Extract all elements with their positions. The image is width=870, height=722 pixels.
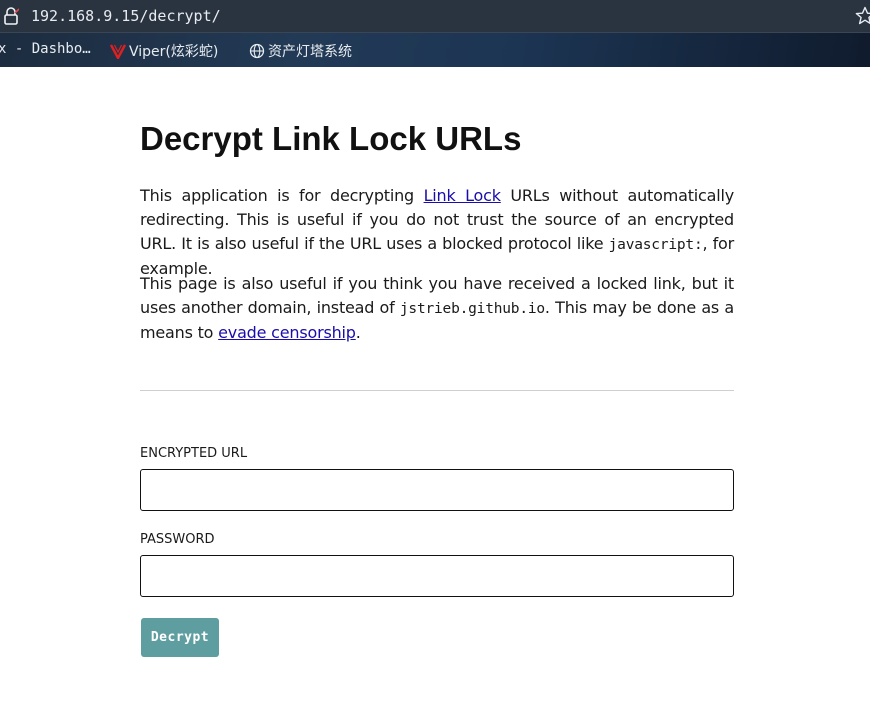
link-lock-link[interactable]: Link Lock	[424, 186, 501, 205]
url-text[interactable]: 192.168.9.15/decrypt/	[31, 7, 221, 25]
globe-icon	[249, 43, 265, 59]
bookmark-asset-lighthouse[interactable]: 资产灯塔系统	[249, 41, 352, 61]
protocol-code: javascript:	[608, 237, 703, 253]
bookmarks-bar: x - Dashbo… Viper(炫彩蛇) 资产灯塔系统	[0, 33, 870, 67]
domain-paragraph: This page is also useful if you think yo…	[140, 272, 734, 345]
password-label: PASSWORD	[140, 532, 215, 547]
address-bar[interactable]: 192.168.9.15/decrypt/	[0, 0, 870, 33]
bookmark-viper[interactable]: Viper(炫彩蛇)	[110, 41, 218, 61]
encrypted-url-label: ENCRYPTED URL	[140, 446, 248, 461]
domain-text-3: .	[355, 323, 361, 342]
bookmark-dashboard[interactable]: x - Dashbo…	[0, 41, 91, 57]
password-input[interactable]	[140, 555, 734, 597]
evade-censorship-link[interactable]: evade censorship	[218, 323, 356, 342]
encrypted-url-input[interactable]	[140, 469, 734, 511]
domain-code: jstrieb.github.io	[399, 301, 545, 317]
bookmark-label: x - Dashbo…	[0, 41, 91, 57]
bookmark-label: 资产灯塔系统	[268, 44, 352, 60]
intro-text: This application is for decrypting	[140, 186, 424, 205]
intro-paragraph: This application is for decrypting Link …	[140, 184, 734, 281]
section-divider	[140, 390, 734, 391]
bookmark-star-icon[interactable]	[855, 6, 870, 26]
decrypt-button[interactable]: Decrypt	[141, 618, 219, 657]
browser-chrome: 192.168.9.15/decrypt/ x - Dashbo… Viper(…	[0, 0, 870, 67]
bookmark-label: Viper(炫彩蛇)	[129, 44, 219, 60]
viper-icon	[110, 44, 126, 59]
page-title: Decrypt Link Lock URLs	[140, 120, 522, 157]
lock-icon[interactable]	[3, 7, 19, 25]
